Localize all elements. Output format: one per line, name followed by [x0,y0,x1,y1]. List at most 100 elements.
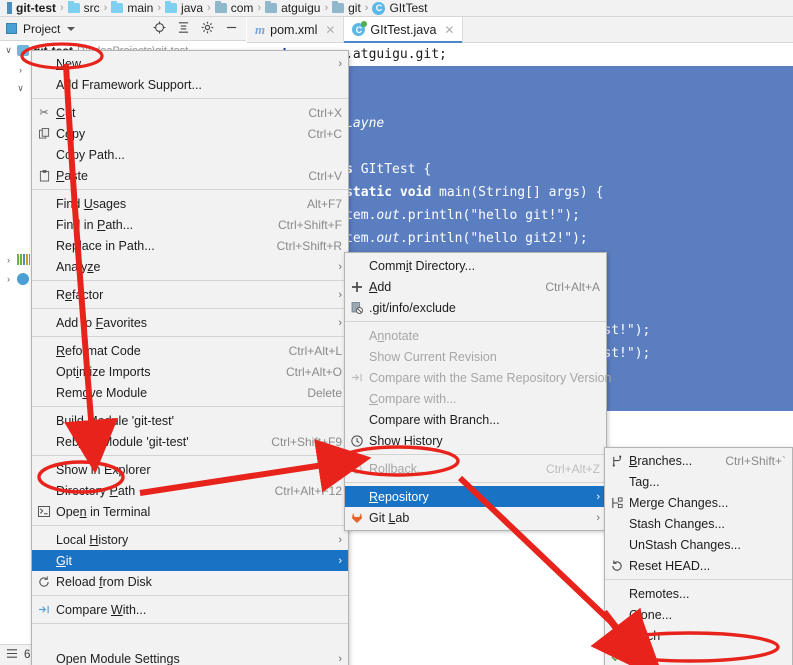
menu-separator [345,454,606,455]
project-context-menu[interactable]: New › Add Framework Support... ✂ Cut Ctr… [31,50,349,665]
breadcrumb-item-atguigu[interactable]: atguigu [262,1,323,15]
menu-item-compare-same-repo-version: Compare with the Same Repository Version [345,367,611,388]
menu-item-git-info-exclude[interactable]: .git/info/exclude [345,297,606,318]
menu-separator [32,308,348,309]
menu-item-find-in-path[interactable]: Find in Path... Ctrl+Shift+F [32,214,348,235]
menu-item-analyze[interactable]: Analyze › [32,256,348,277]
menu-separator [32,595,348,596]
menu-item-commit-directory[interactable]: Commit Directory... [345,255,606,276]
breadcrumb-label: GItTest [389,1,428,15]
menu-item-local-history[interactable]: Local History › [32,529,348,550]
gear-icon[interactable] [201,21,214,37]
chevron-right-icon[interactable]: › [4,274,13,284]
terminal-icon [36,506,52,517]
tab-pom-xml[interactable]: m pom.xml ✕ [247,17,345,42]
menu-item-add-framework-support[interactable]: Add Framework Support... [32,74,348,95]
menu-item-gitlab[interactable]: Git Lab › [345,507,606,528]
menu-item-stash-changes[interactable]: Stash Changes... [605,513,792,534]
menu-item-merge-changes[interactable]: Merge Changes... [605,492,792,513]
java-class-icon: C [352,21,368,36]
editor-tabbar: m pom.xml ✕ C GItTest.java ✕ [247,17,793,43]
menu-item-remove-module[interactable]: Remove Module Delete [32,382,348,403]
chevron-right-icon: › [338,533,342,546]
project-window-icon [6,23,17,34]
menu-item-repository[interactable]: Repository › [345,486,606,507]
git-submenu[interactable]: Commit Directory... Add Ctrl+Alt+A .git/… [344,252,611,531]
menu-item-directory-path[interactable]: Directory Path Ctrl+Alt+F12 [32,480,348,501]
breadcrumb-item-main[interactable]: main [108,1,156,15]
menu-item-reload-from-disk[interactable]: Reload from Disk [32,571,348,592]
package-folder-icon [214,1,227,13]
menu-item-reformat-code[interactable]: Reformat Code Ctrl+Alt+L [32,340,348,361]
menu-item-unstash-changes[interactable]: UnStash Changes... [605,534,792,555]
collapse-all-icon[interactable] [177,21,190,37]
breadcrumb-item-git-test[interactable]: git-test [4,1,59,15]
menu-item-optimize-imports[interactable]: Optimize Imports Ctrl+Alt+O [32,361,348,382]
chevron-down-icon[interactable]: ∨ [16,83,25,94]
menu-item-branches[interactable]: Branches... Ctrl+Shift+` [605,450,792,471]
menu-item-pull[interactable]: Pull... [605,646,792,665]
menu-separator [32,336,348,337]
menu-item-copy-path[interactable]: Copy Path... [32,144,348,165]
menu-item-compare-with[interactable]: Compare With... [32,599,348,620]
menu-item-mark-directory-as[interactable]: Open Module Settings › [32,648,348,665]
breadcrumb-label: java [181,1,204,15]
breadcrumb-item-src[interactable]: src [65,1,103,15]
chevron-right-icon[interactable]: › [16,65,25,75]
close-icon[interactable]: ✕ [444,23,454,37]
menu-item-add-to-favorites[interactable]: Add to Favorites › [32,312,348,333]
menu-item-replace-in-path[interactable]: Replace in Path... Ctrl+Shift+R [32,235,348,256]
menu-item-add[interactable]: Add Ctrl+Alt+A [345,276,606,297]
todo-icon[interactable] [6,648,18,662]
folder-icon [165,1,178,13]
menu-item-remotes[interactable]: Remotes... [605,583,792,604]
breadcrumb: git-test › src › main › java › com › atg… [0,0,793,17]
menu-item-rollback: Rollback... Ctrl+Alt+Z [345,458,606,479]
chevron-down-icon[interactable] [67,26,76,31]
menu-item-refactor[interactable]: Refactor › [32,284,348,305]
chevron-down-icon[interactable]: ∨ [4,45,13,56]
menu-item-fetch[interactable]: Fetch [605,625,792,646]
menu-item-open-in-terminal[interactable]: Open in Terminal [32,501,348,522]
repository-submenu[interactable]: Branches... Ctrl+Shift+` Tag... Merge Ch… [604,447,793,665]
project-panel-toolbar [153,20,246,37]
breadcrumb-label: src [83,1,100,15]
menu-item-rebuild-module[interactable]: Rebuild Module 'git-test' Ctrl+Shift+F9 [32,431,348,452]
menu-item-tag[interactable]: Tag... [605,471,792,492]
pull-icon [609,651,625,662]
folder-icon [67,1,80,13]
menu-item-compare-with-branch[interactable]: Compare with Branch... [345,409,606,430]
locate-icon[interactable] [153,20,166,37]
menu-item-clone[interactable]: Clone... [605,604,792,625]
menu-item-compare-with: Compare with... [369,391,457,406]
menu-item-build-module[interactable]: Build Module 'git-test' [32,410,348,431]
tab-gittest-java[interactable]: C GItTest.java ✕ [344,17,464,43]
chevron-right-icon[interactable]: › [4,255,13,265]
plus-icon [349,281,365,293]
menu-item-show-current-revision: Show Current Revision [369,349,497,364]
breadcrumb-item-git[interactable]: git [329,1,364,15]
menu-item-git[interactable]: Git › [32,550,348,571]
rollback-icon [349,463,365,475]
gitlab-icon [349,512,365,524]
menu-item-new[interactable]: New › [32,53,348,74]
breadcrumb-label: git-test [16,1,56,15]
close-icon[interactable]: ✕ [325,23,335,37]
maven-icon: m [255,21,266,37]
menu-item-cut[interactable]: ✂ Cut Ctrl+X [32,102,348,123]
package-folder-icon [332,1,345,13]
project-panel-title[interactable]: Project [23,22,60,36]
menu-item-reset-head[interactable]: Reset HEAD... [605,555,792,576]
menu-item-copy[interactable]: Copy Ctrl+C [32,123,348,144]
menu-item-open-module-settings[interactable] [32,627,348,648]
minimize-icon[interactable] [225,21,238,37]
menu-item-show-history[interactable]: Show History [345,430,606,451]
menu-item-find-usages[interactable]: Find Usages Alt+F7 [32,193,348,214]
breadcrumb-item-java[interactable]: java [162,1,206,15]
project-panel-header: Project [0,17,246,41]
menu-item-show-in-explorer[interactable]: Show in Explorer [32,459,348,480]
menu-item-paste[interactable]: Paste Ctrl+V [32,165,348,186]
breadcrumb-item-gittest[interactable]: C GItTest [369,1,430,15]
breadcrumb-item-com[interactable]: com [212,1,257,15]
breadcrumb-label: atguigu [281,1,321,15]
